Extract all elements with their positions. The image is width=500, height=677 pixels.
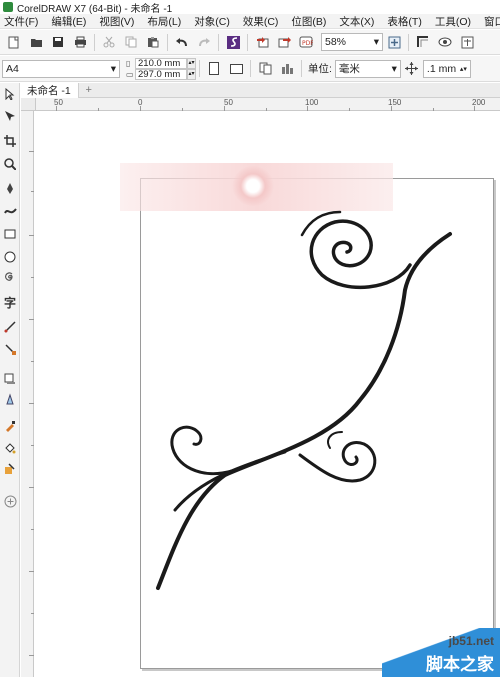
swirl-artwork[interactable]	[0, 0, 500, 677]
watermark-name: 脚本之家	[426, 655, 494, 675]
lower-spiral-loop-path	[327, 431, 343, 449]
main-stem-path	[156, 232, 452, 590]
lower-spiral-path	[298, 441, 377, 483]
watermark-site: jb51.net	[448, 634, 494, 648]
left-curl-path	[170, 425, 234, 476]
stem-highlight-path	[173, 450, 287, 512]
top-spiral-path	[309, 219, 412, 289]
site-watermark: jb51.net 脚本之家	[382, 628, 500, 677]
